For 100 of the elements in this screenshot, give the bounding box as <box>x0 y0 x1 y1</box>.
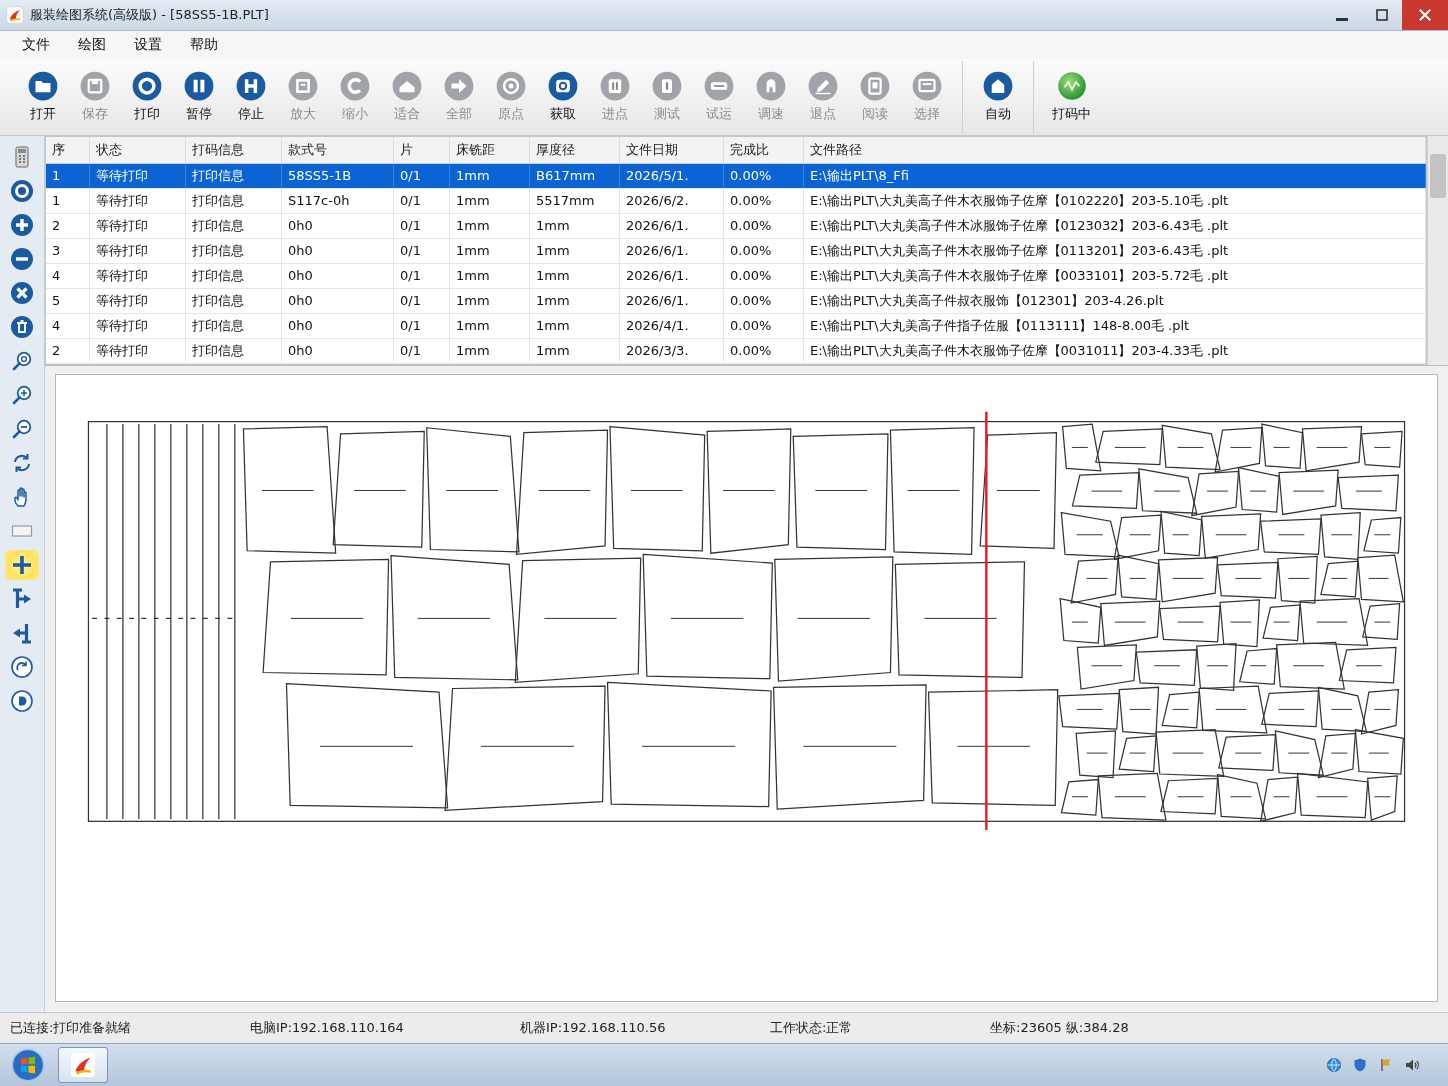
pause-icon <box>184 71 214 101</box>
lens-icon <box>548 71 578 101</box>
menu-item[interactable]: 文件 <box>8 32 64 58</box>
column-header[interactable]: 款式号 <box>282 137 394 163</box>
table-cell: 2026/3/3. <box>620 339 724 363</box>
table-cell: 0/1 <box>394 214 450 238</box>
magnifier-icon <box>10 349 34 373</box>
table-cell: 0h0 <box>282 289 394 313</box>
table-cell: 等待打印 <box>90 239 186 263</box>
tool-button[interactable] <box>5 550 39 580</box>
zoom-out-icon <box>10 417 34 441</box>
table-cell: 2026/5/1. <box>620 164 724 188</box>
circle-half-icon <box>10 689 34 713</box>
table-cell: 1mm <box>530 239 620 263</box>
target-icon <box>10 179 34 203</box>
bars-icon <box>600 71 630 101</box>
table-cell: 0.00% <box>724 314 804 338</box>
taskbar-app-button[interactable] <box>58 1047 108 1083</box>
table-cell: 等待打印 <box>90 164 186 188</box>
column-header[interactable]: 片 <box>394 137 450 163</box>
arc-icon <box>340 71 370 101</box>
table-cell: 2026/6/1. <box>620 264 724 288</box>
column-header[interactable]: 床铣距 <box>450 137 530 163</box>
toolbar-button[interactable]: 停止 <box>226 67 276 127</box>
toolbar-button[interactable]: 自动 <box>973 67 1023 127</box>
status-label: 打码中 <box>1052 105 1091 123</box>
screen-icon <box>912 71 942 101</box>
toolbar-button[interactable]: 获取 <box>538 67 588 127</box>
table-cell: 0h0 <box>282 214 394 238</box>
table-cell: 0h0 <box>282 314 394 338</box>
table-row[interactable]: 1 等待打印 打印信息 S117c-0h 0/1 1mm 5517mm 2026/6/2. 0.00% E:\输出PLT\大丸美高子件木衣服饰子佐摩【0102220】203-5.10毛 .plt <box>46 189 1426 214</box>
table-cell: E:\输出PLT\大丸美高子件木衣服饰子佐摩【0033101】203-5.72毛 .plt <box>804 264 1426 288</box>
table-cell: 打印信息 <box>186 339 282 363</box>
column-header[interactable]: 打码信息 <box>186 137 282 163</box>
table-row[interactable]: 5 等待打印 打印信息 0h0 0/1 1mm 1mm 2026/6/1. 0.00% E:\输出PLT\大丸美高子件叔衣服饰【012301】203-4.26.plt <box>46 289 1426 314</box>
table-cell: 0/1 <box>394 239 450 263</box>
column-header[interactable]: 文件路径 <box>804 137 1426 163</box>
table-cell: B617mm <box>530 164 620 188</box>
table-cell: 1mm <box>530 289 620 313</box>
table-cell: 0/1 <box>394 189 450 213</box>
table-cell: 0.00% <box>724 289 804 313</box>
table-cell: 0.00% <box>724 164 804 188</box>
machine-ip: 机器IP:192.168.110.56 <box>520 1019 666 1037</box>
target-icon <box>496 71 526 101</box>
table-row[interactable]: 4 等待打印 打印信息 0h0 0/1 1mm 1mm 2026/6/1. 0.00% E:\输出PLT\大丸美高子件木衣服饰子佐摩【0033101】203-5.72毛 .plt <box>46 264 1426 289</box>
table-row[interactable]: 1 等待打印 打印信息 58SS5-1B 0/1 1mm B617mm 2026/5/1. 0.00% E:\输出PLT\8_Ffi <box>46 164 1426 189</box>
table-cell: 打印信息 <box>186 164 282 188</box>
ring-icon <box>132 71 162 101</box>
zoom-in-icon <box>10 383 34 407</box>
table-cell: 0.00% <box>724 339 804 363</box>
scrollbar-thumb[interactable] <box>1430 154 1446 198</box>
coordinates: 坐标:23605 纵:384.28 <box>990 1019 1129 1037</box>
column-header[interactable]: 完成比 <box>724 137 804 163</box>
table-cell: 0.00% <box>724 264 804 288</box>
arrow-right-icon <box>444 71 474 101</box>
column-header[interactable]: 状态 <box>90 137 186 163</box>
minimize-icon <box>1336 17 1348 21</box>
table-cell: S117c-0h <box>282 189 394 213</box>
table-cell: 打印信息 <box>186 264 282 288</box>
table-row[interactable]: 3 等待打印 打印信息 0h0 0/1 1mm 1mm 2026/6/1. 0.00% E:\输出PLT\大丸美高子件木衣服饰子佐摩【0113201】203-6.43毛 .plt <box>46 239 1426 264</box>
table-cell: 5517mm <box>530 189 620 213</box>
vertical-scrollbar[interactable] <box>1427 136 1448 365</box>
column-header[interactable]: 厚度径 <box>530 137 620 163</box>
shield-icon[interactable] <box>1352 1057 1368 1073</box>
house-icon <box>983 71 1013 101</box>
table-cell: 1mm <box>450 339 530 363</box>
table-cell: 等待打印 <box>90 189 186 213</box>
table-row[interactable]: 2 等待打印 打印信息 0h0 0/1 1mm 1mm 2026/3/3. 0.00% E:\输出PLT\大丸美高子件木衣服饰子佐摩【0031011】203-4.33毛 .plt <box>46 339 1426 364</box>
toolbar-button[interactable]: 暂停 <box>174 67 224 127</box>
table-cell: 0/1 <box>394 314 450 338</box>
column-header[interactable]: 文件日期 <box>620 137 724 163</box>
close-button[interactable] <box>1402 0 1448 30</box>
table-cell: 1mm <box>530 339 620 363</box>
minus-circle-icon <box>10 247 34 271</box>
table-cell: E:\输出PLT\大丸美高子件叔衣服饰【012301】203-4.26.plt <box>804 289 1426 313</box>
toolbar-button[interactable]: 打开 <box>18 67 68 127</box>
menu-item[interactable]: 绘图 <box>64 32 120 58</box>
folder-icon <box>28 71 58 101</box>
table-cell: 1 <box>46 164 90 188</box>
table-cell: 1mm <box>450 189 530 213</box>
menu-item[interactable]: 帮助 <box>176 32 232 58</box>
menu-item[interactable]: 设置 <box>120 32 176 58</box>
table-cell: 打印信息 <box>186 189 282 213</box>
speaker-icon[interactable] <box>1404 1057 1420 1073</box>
table-cell: 0h0 <box>282 339 394 363</box>
table-cell: 打印信息 <box>186 289 282 313</box>
table-cell: 0h0 <box>282 264 394 288</box>
table-row[interactable]: 4 等待打印 打印信息 0h0 0/1 1mm 1mm 2026/4/1. 0.00% E:\输出PLT\大丸美高子件指子佐服【0113111】148-8.00毛 .plt <box>46 314 1426 339</box>
start-orb-icon <box>11 1048 45 1082</box>
column-header[interactable]: 序 <box>46 137 90 163</box>
table-cell: 1mm <box>450 314 530 338</box>
arch-icon <box>756 71 786 101</box>
table-cell: 1mm <box>450 164 530 188</box>
table-cell: 0.00% <box>724 239 804 263</box>
globe-icon[interactable] <box>1326 1057 1342 1073</box>
toolbar-button[interactable]: 打印 <box>122 67 172 127</box>
table-row[interactable]: 2 等待打印 打印信息 0h0 0/1 1mm 1mm 2026/6/1. 0.00% E:\输出PLT\大丸美高子件木冰服饰子佐摩【0123032】203-6.43毛 .plt <box>46 214 1426 239</box>
table-cell: 0/1 <box>394 164 450 188</box>
box-icon <box>652 71 682 101</box>
table-cell: E:\输出PLT\大丸美高子件木衣服饰子佐摩【0102220】203-5.10毛 .plt <box>804 189 1426 213</box>
